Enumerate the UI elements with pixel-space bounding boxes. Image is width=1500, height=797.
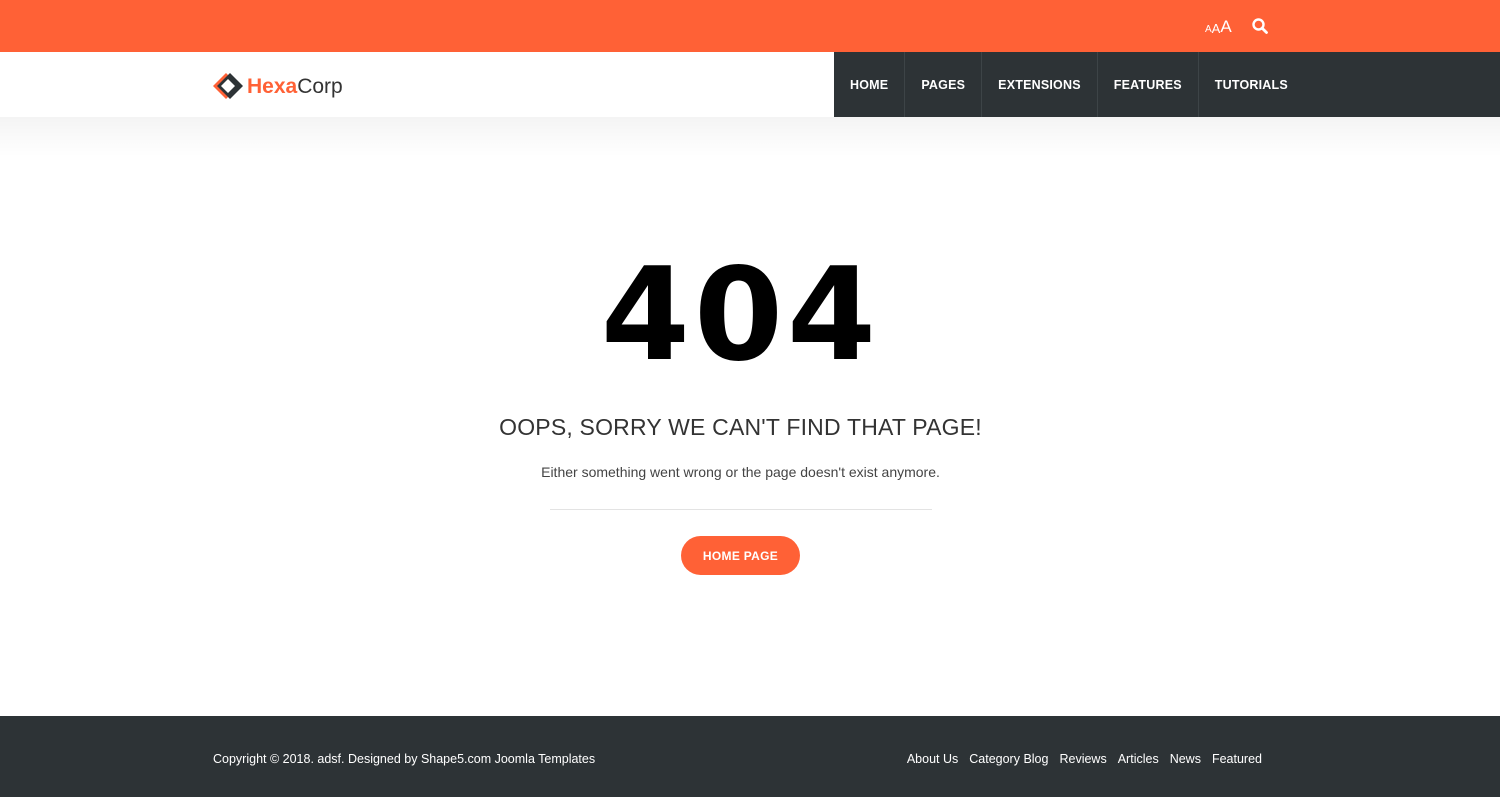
top-bar: A A A: [0, 0, 1500, 52]
main-nav: HOME PAGES EXTENSIONS FEATURES TUTORIALS: [834, 52, 1500, 117]
nav-item-extensions[interactable]: EXTENSIONS: [982, 52, 1098, 117]
logo-text-hexa: Hexa: [247, 74, 298, 98]
nav-item-features[interactable]: FEATURES: [1098, 52, 1199, 117]
footer-links: About Us Category Blog Reviews Articles …: [907, 752, 1262, 766]
footer-link-articles[interactable]: Articles: [1118, 752, 1159, 766]
header-shadow: [0, 117, 1500, 157]
footer-link-news[interactable]: News: [1170, 752, 1201, 766]
error-description: Either something went wrong or the page …: [541, 464, 940, 480]
site-footer: Copyright © 2018. adsf. Designed by Shap…: [0, 716, 1500, 797]
search-icon[interactable]: [1251, 17, 1269, 35]
logo-text: HexaCorp: [247, 76, 343, 97]
nav-item-home[interactable]: HOME: [834, 52, 906, 117]
nav-item-pages[interactable]: PAGES: [905, 52, 983, 117]
font-size-small-button[interactable]: A: [1205, 25, 1212, 35]
hexagon-diamond-logo-icon: [213, 73, 243, 99]
error-code: 404: [600, 241, 881, 390]
home-page-button[interactable]: HOME PAGE: [681, 536, 800, 575]
logo-text-corp: Corp: [297, 74, 343, 98]
footer-link-category-blog[interactable]: Category Blog: [969, 752, 1048, 766]
footer-link-reviews[interactable]: Reviews: [1059, 752, 1106, 766]
divider: [550, 509, 932, 510]
error-content: 404 OOPS, SORRY WE CAN'T FIND THAT PAGE!…: [0, 157, 1500, 716]
copyright-text: Copyright © 2018. adsf. Designed by Shap…: [213, 752, 596, 766]
site-logo[interactable]: HexaCorp: [213, 71, 343, 101]
error-heading: OOPS, SORRY WE CAN'T FIND THAT PAGE!: [499, 414, 982, 440]
font-size-large-button[interactable]: A: [1220, 18, 1231, 35]
footer-link-about-us[interactable]: About Us: [907, 752, 958, 766]
footer-link-featured[interactable]: Featured: [1212, 752, 1262, 766]
font-size-medium-button[interactable]: A: [1212, 22, 1221, 35]
nav-item-tutorials[interactable]: TUTORIALS: [1199, 52, 1304, 117]
font-resizer: A A A: [1205, 15, 1232, 35]
